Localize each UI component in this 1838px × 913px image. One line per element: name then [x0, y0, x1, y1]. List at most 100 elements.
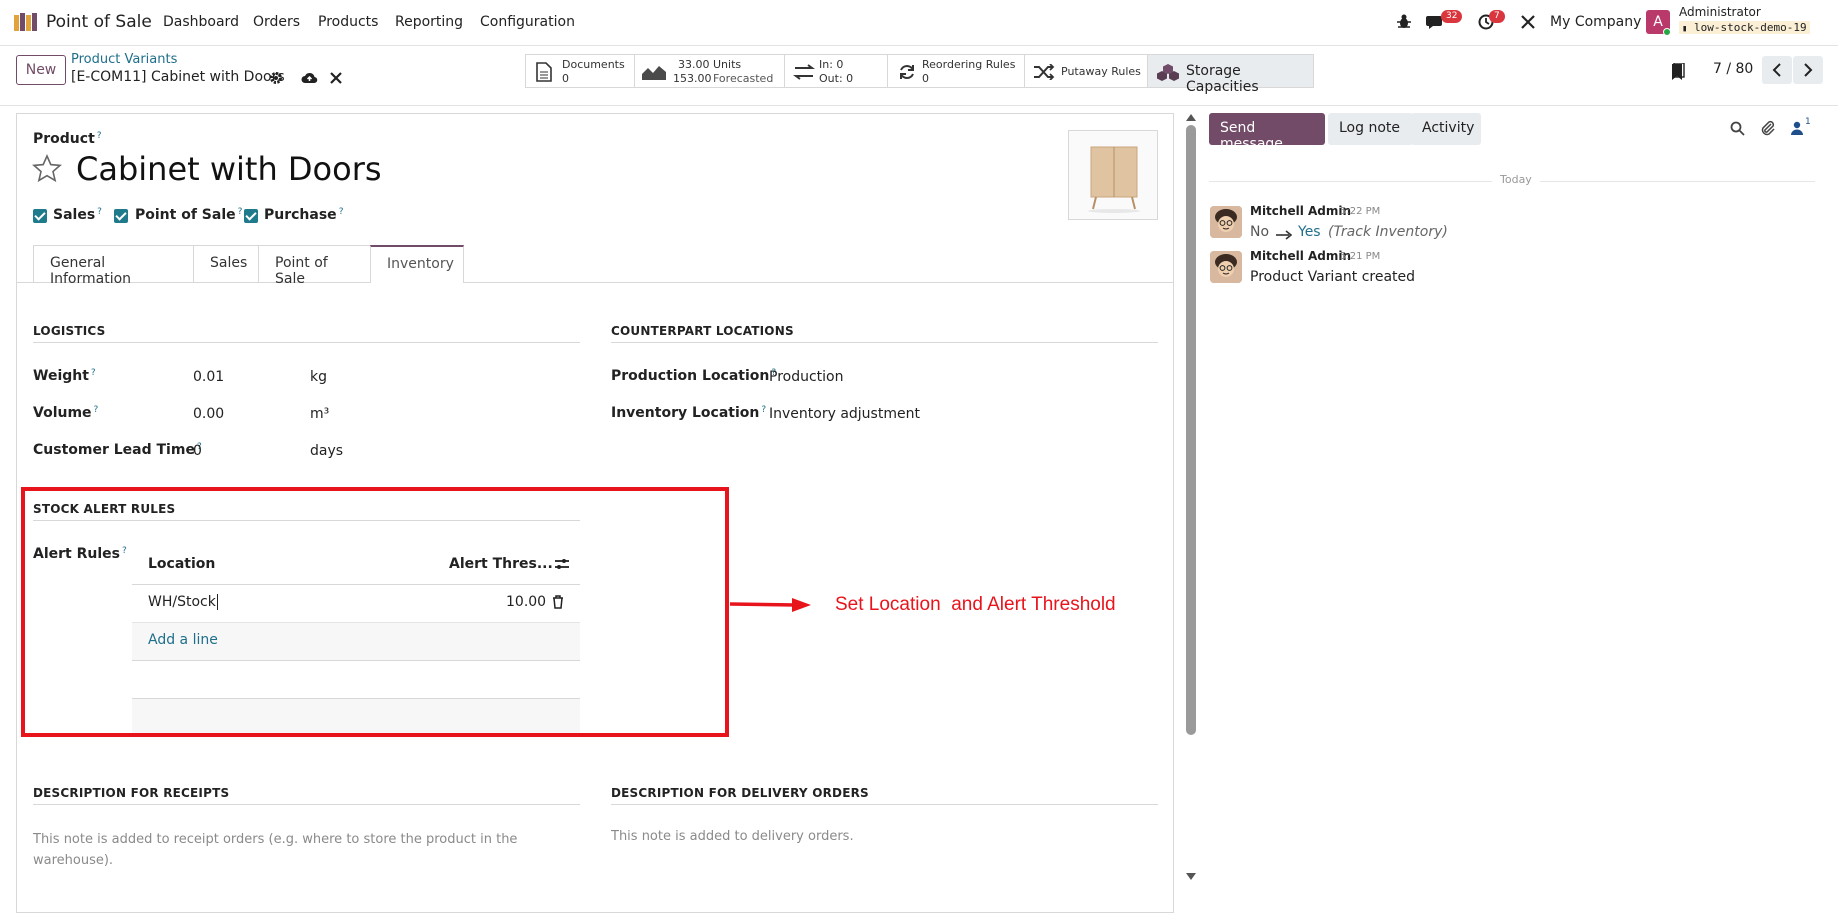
transfer-arrows-icon [793, 64, 815, 84]
weight-input[interactable]: 0.01 [193, 369, 224, 385]
delivery-description-input[interactable]: This note is added to delivery orders. [611, 829, 854, 844]
units-smart-button[interactable]: 33.00 Units 153.00 Forecasted [634, 54, 785, 88]
annotation-arrow [729, 596, 812, 618]
documents-smart-button[interactable]: Documents 0 [525, 54, 635, 88]
user-online-dot [1663, 28, 1671, 36]
purchase-checkbox[interactable] [244, 209, 258, 223]
production-location-label: Production Location? [611, 368, 777, 384]
message-author[interactable]: Mitchell Admin [1250, 249, 1351, 263]
scroll-down-icon[interactable] [1186, 873, 1196, 881]
save-cloud-icon[interactable] [301, 71, 318, 89]
arrow-right-icon [1276, 228, 1293, 244]
storage-label: Storage Capacities [1186, 63, 1259, 95]
tracking-new-value: Yes [1298, 224, 1321, 240]
menu-orders[interactable]: Orders [253, 14, 300, 30]
log-note-button[interactable]: Log note [1328, 113, 1413, 145]
database-label: low-stock-demo-19 [1694, 21, 1807, 34]
record-title: [E-COM11] Cabinet with Doors [71, 69, 285, 85]
volume-unit: m³ [310, 406, 330, 422]
new-button[interactable]: New [16, 55, 66, 85]
lead-time-label: Customer Lead Time? [33, 442, 202, 458]
incoming-count: In: 0 [819, 58, 844, 71]
lead-time-input[interactable]: 0 [193, 443, 202, 459]
top-navbar: Point of Sale Dashboard Orders Products … [0, 0, 1838, 46]
delivery-description-title: DESCRIPTION FOR DELIVERY ORDERS [611, 786, 869, 800]
database-name: ▮ low-stock-demo-19 [1679, 21, 1810, 34]
bookmark-icon[interactable] [1671, 62, 1685, 85]
app-name[interactable]: Point of Sale [46, 12, 152, 32]
favorite-star-icon[interactable] [32, 154, 62, 188]
followers-icon[interactable] [1791, 121, 1803, 139]
tab-sales[interactable]: Sales [193, 245, 259, 282]
avatar[interactable] [1210, 251, 1242, 283]
pager-prev-button[interactable] [1762, 56, 1792, 84]
breadcrumb-parent[interactable]: Product Variants [71, 52, 177, 67]
units-on-hand: 33.00 Units [678, 58, 742, 71]
tabs-bottom-rule [17, 282, 1173, 283]
counterpart-divider [611, 342, 1158, 343]
reordering-count: 0 [922, 72, 929, 85]
reordering-label: Reordering Rules [922, 58, 1016, 71]
document-icon [536, 62, 552, 86]
reordering-rules-smart-button[interactable]: Reordering Rules 0 [887, 54, 1025, 88]
receipts-description-title: DESCRIPTION FOR RECEIPTS [33, 786, 230, 800]
weight-label: Weight? [33, 368, 96, 384]
refresh-icon [898, 64, 916, 84]
pager-value[interactable]: 7 / 80 [1713, 61, 1753, 77]
activities-badge: 7 [1489, 10, 1505, 23]
documents-count: 0 [562, 72, 569, 85]
counterpart-section-title: COUNTERPART LOCATIONS [611, 324, 794, 338]
weight-unit: kg [310, 369, 327, 385]
scrollbar-thumb[interactable] [1186, 125, 1196, 735]
tab-general-information[interactable]: General Information [33, 245, 194, 287]
storage-capacities-smart-button[interactable]: Storage Capacities [1147, 54, 1314, 95]
annotation-text: Set Location and Alert Threshold [835, 594, 1116, 615]
scroll-up-icon[interactable] [1186, 113, 1196, 121]
tab-inventory[interactable]: Inventory [370, 245, 464, 283]
avatar[interactable] [1210, 206, 1242, 238]
message-author[interactable]: Mitchell Admin [1250, 204, 1351, 218]
activity-button[interactable]: Activity [1411, 113, 1481, 145]
putaway-rules-smart-button[interactable]: Putaway Rules [1024, 54, 1148, 88]
receipts-description-input[interactable]: This note is added to receipt orders (e.… [33, 829, 533, 871]
bug-icon[interactable] [1397, 14, 1411, 34]
message-time: 5:21 PM [1340, 251, 1381, 262]
tab-point-of-sale[interactable]: Point of Sale [258, 245, 371, 287]
menu-reporting[interactable]: Reporting [395, 14, 463, 30]
pos-checkbox[interactable] [114, 209, 128, 223]
tools-icon[interactable] [1520, 14, 1536, 34]
sales-flag-label: Sales? [53, 207, 102, 223]
pos-app-icon[interactable] [14, 13, 38, 31]
volume-input[interactable]: 0.00 [193, 406, 224, 422]
product-name[interactable]: Cabinet with Doors [76, 150, 382, 188]
user-initial: A [1653, 14, 1663, 30]
messages-badge: 32 [1441, 10, 1463, 23]
product-image[interactable] [1068, 130, 1158, 220]
message-time: 5:22 PM [1340, 206, 1381, 217]
production-location-input[interactable]: Production [769, 369, 843, 385]
discard-icon[interactable] [330, 72, 342, 88]
product-type-label: Product? [33, 131, 102, 147]
inventory-location-input[interactable]: Inventory adjustment [769, 406, 920, 422]
menu-products[interactable]: Products [318, 14, 378, 30]
menu-configuration[interactable]: Configuration [480, 14, 575, 30]
search-icon[interactable] [1730, 121, 1745, 140]
purchase-flag-label: Purchase? [264, 207, 344, 223]
cubes-icon [1156, 63, 1180, 85]
paperclip-icon[interactable] [1760, 120, 1776, 140]
receipts-divider [33, 804, 580, 805]
gear-icon[interactable] [269, 71, 283, 89]
pager-next-button[interactable] [1793, 56, 1823, 84]
menu-dashboard[interactable]: Dashboard [163, 14, 239, 30]
tracking-old-value: No [1250, 224, 1270, 240]
company-switcher[interactable]: My Company [1550, 14, 1641, 30]
in-out-smart-button[interactable]: In: 0 Out: 0 [784, 54, 888, 88]
message-body: Product Variant created [1250, 269, 1416, 285]
user-name[interactable]: Administrator [1679, 5, 1761, 19]
chevron-left-icon [1772, 63, 1781, 77]
sales-checkbox[interactable] [33, 209, 47, 223]
form-scrollbar[interactable] [1184, 113, 1198, 889]
send-message-button[interactable]: Send message [1209, 113, 1325, 152]
lead-time-unit: days [310, 443, 344, 459]
control-panel: New Product Variants [E-COM11] Cabinet w… [0, 46, 1838, 106]
